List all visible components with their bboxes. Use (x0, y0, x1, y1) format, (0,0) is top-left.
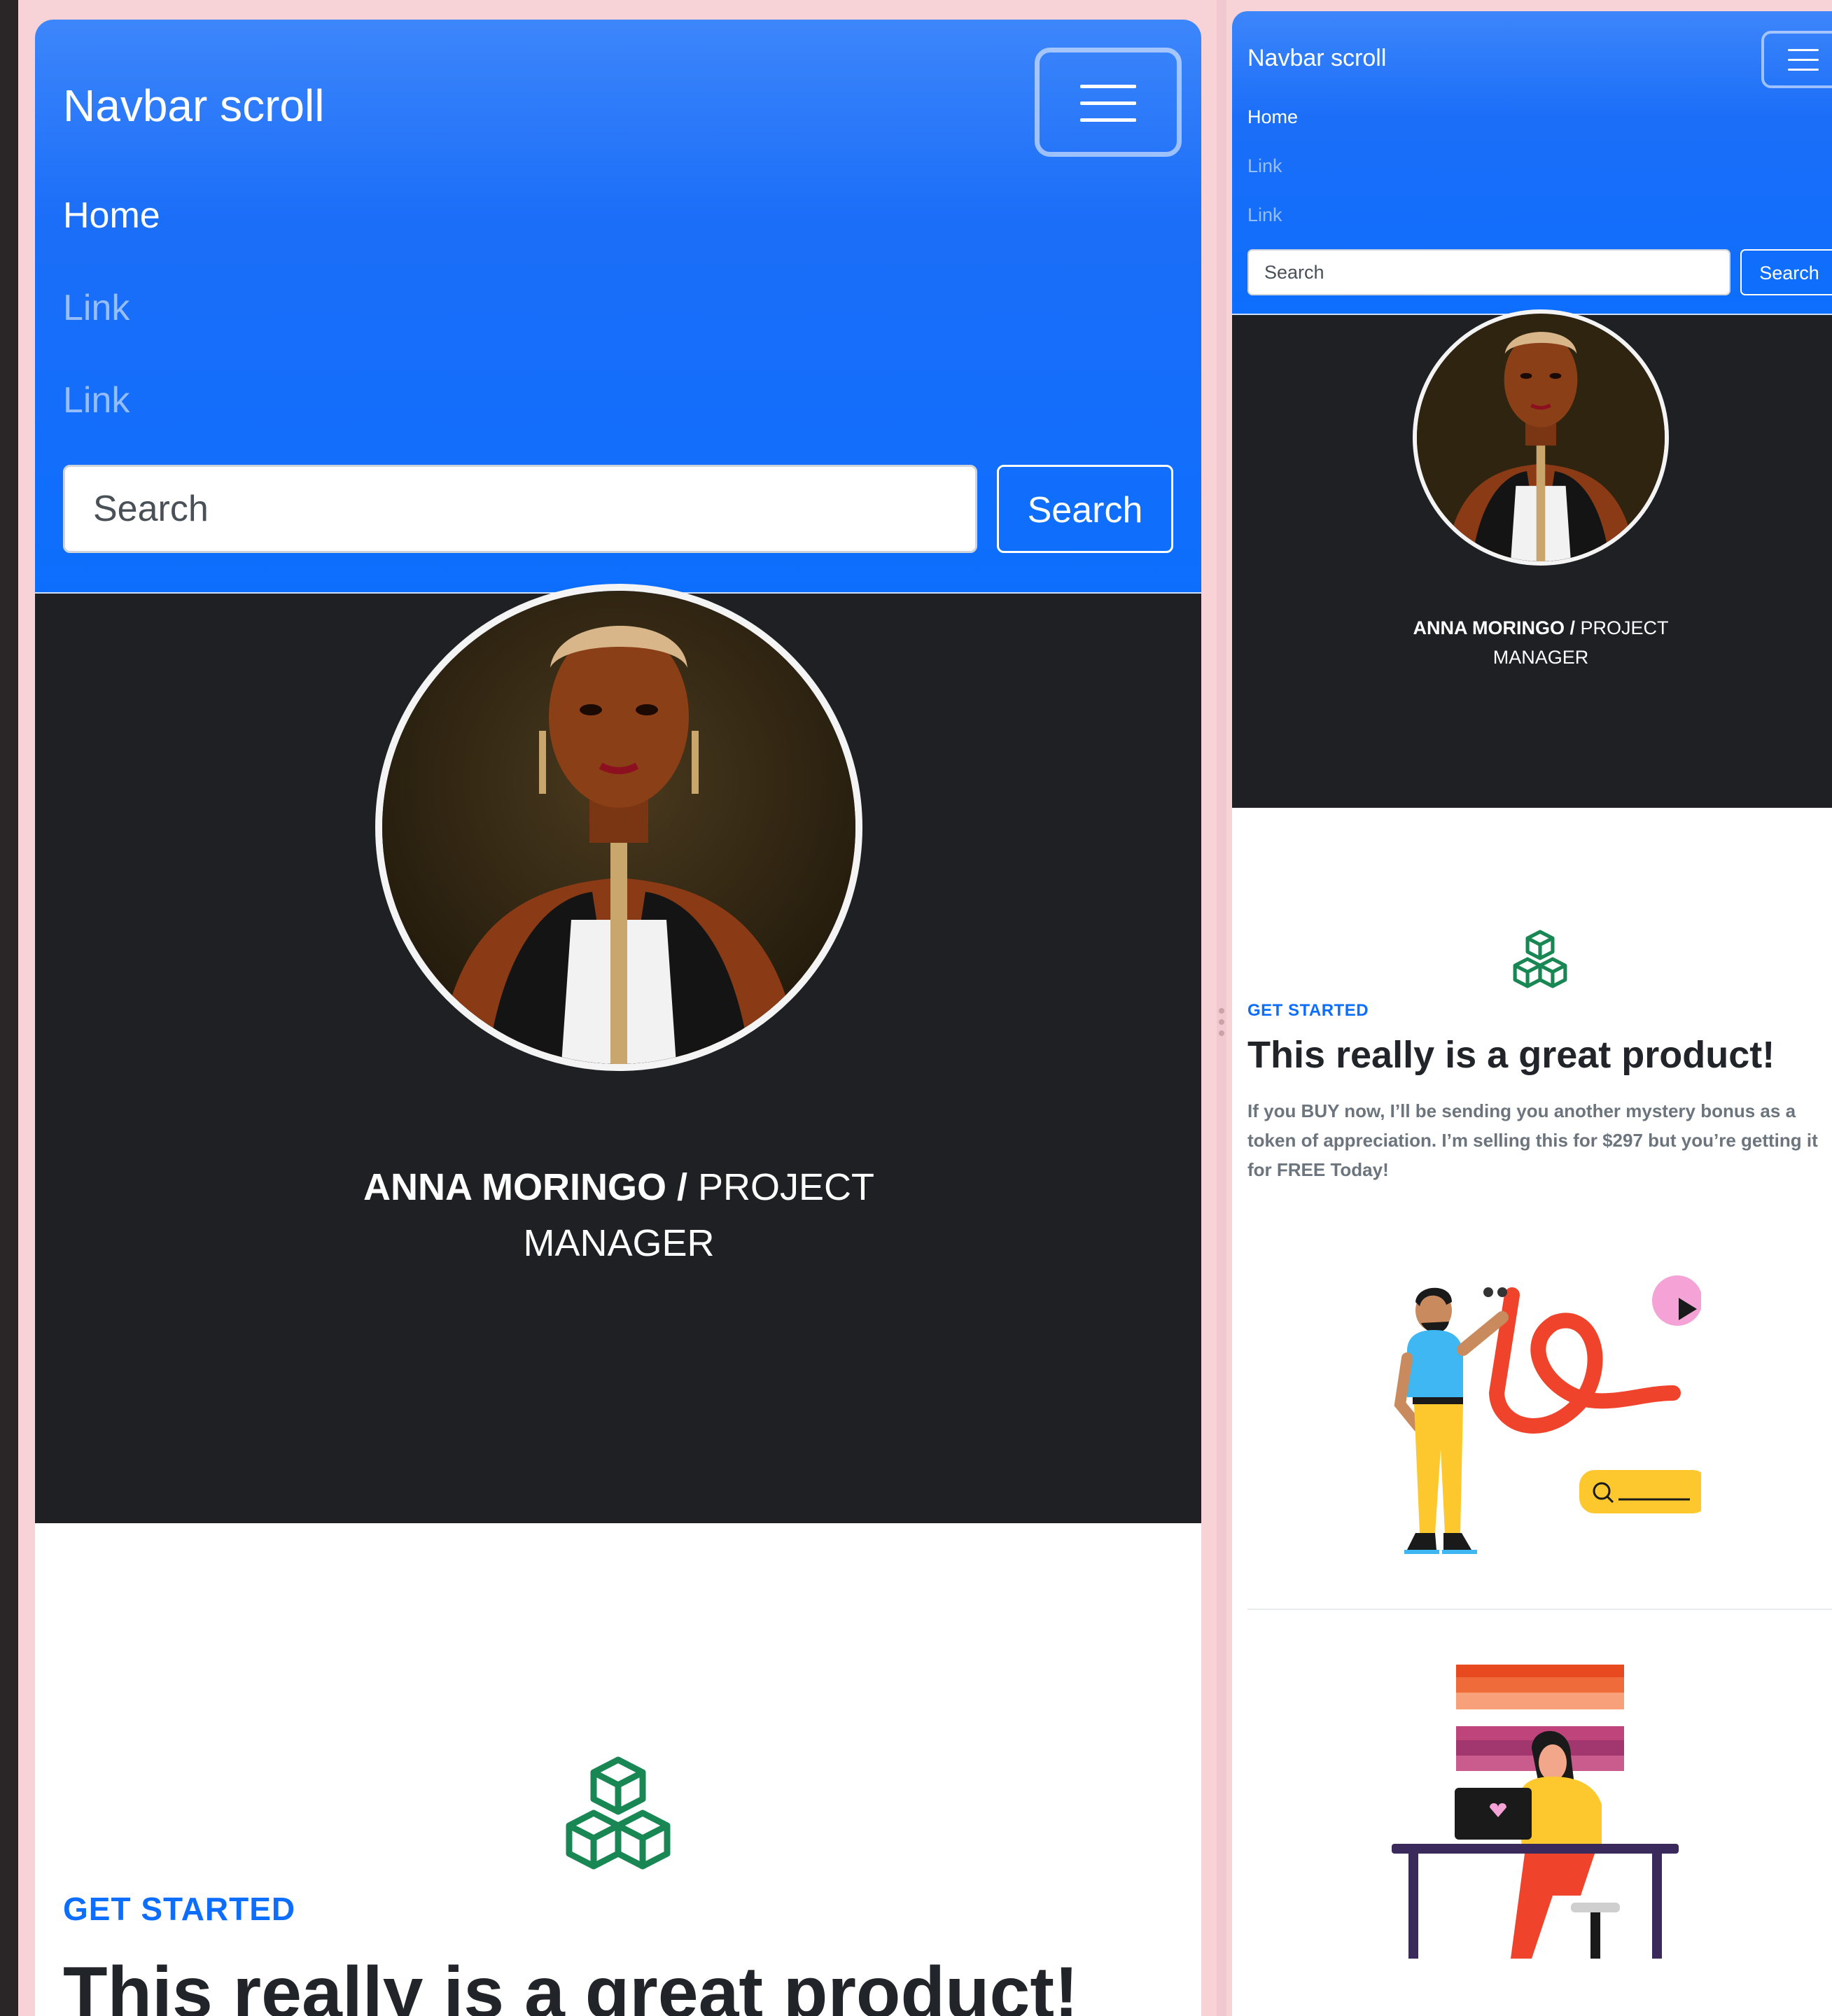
feature-lead-text: If you BUY now, I’ll be sending you anot… (1247, 1100, 1818, 1180)
eyebrow-text: GET STARTED (63, 1891, 296, 1927)
navbar-toggler-button[interactable] (1761, 31, 1832, 88)
nav-link[interactable]: Link (63, 287, 130, 329)
navbar-brand[interactable]: Navbar scroll (1247, 45, 1386, 72)
hamburger-icon (1080, 118, 1136, 122)
search-button[interactable]: Search (997, 465, 1173, 553)
pane-splitter[interactable] (1217, 0, 1226, 2016)
portrait-image (382, 591, 855, 1064)
host-window-edge (0, 0, 18, 2016)
person-drawing-illustration (1394, 1275, 1701, 1554)
section-divider (1247, 1609, 1832, 1610)
profile-role-line-1: PROJECT (1580, 617, 1669, 638)
hamburger-icon (1080, 85, 1136, 88)
profile-name: ANNA MORINGO / (1413, 617, 1575, 638)
portrait-image (1417, 314, 1665, 561)
profile-caption: ANNA MORINGO / PROJECT MANAGER (1400, 613, 1681, 672)
nav-link[interactable]: Link (1247, 155, 1282, 177)
search-input[interactable]: Search (1247, 249, 1730, 295)
boxes-icon (566, 1756, 671, 1870)
large-viewport-preview: Navbar scroll Home Link Link Search Sear… (35, 20, 1201, 2016)
search-input[interactable]: Search (63, 465, 977, 553)
profile-section: ANNA MORINGO / PROJECT MANAGER (35, 584, 1201, 1523)
navbar-toggler-button[interactable] (1035, 48, 1182, 157)
profile-photo (375, 584, 862, 1071)
profile-section: ANNA MORINGO / PROJECT MANAGER (1232, 309, 1832, 808)
small-viewport-preview: Navbar scroll Home Link Link Search Sear… (1232, 11, 1832, 2016)
eyebrow-text: GET STARTED (1247, 1001, 1369, 1020)
nav-link[interactable]: Link (63, 379, 130, 421)
nav-link-home[interactable]: Home (1247, 106, 1298, 128)
boxes-icon (1513, 930, 1567, 988)
feature-section: GET STARTED This really is a great produ… (1232, 808, 1832, 2016)
splitter-grip-dot (1219, 1008, 1224, 1014)
splitter-grip-dot (1219, 1019, 1224, 1025)
navbar: Navbar scroll Home Link Link Search Sear… (35, 20, 1201, 592)
feature-heading: This really is a great product! (63, 1952, 1079, 2016)
profile-name: ANNA MORINGO / (363, 1166, 687, 1208)
profile-caption: ANNA MORINGO / PROJECT MANAGER (340, 1159, 897, 1271)
navbar: Navbar scroll Home Link Link Search Sear… (1232, 11, 1832, 314)
nav-link-home[interactable]: Home (63, 195, 160, 237)
search-button[interactable]: Search (1740, 249, 1832, 295)
feature-section: GET STARTED This really is a great produ… (35, 1523, 1201, 2016)
hamburger-icon (1788, 69, 1819, 71)
hamburger-icon (1080, 102, 1136, 105)
feature-heading: This really is a great product! (1247, 1034, 1775, 1076)
navbar-brand[interactable]: Navbar scroll (63, 80, 324, 132)
splitter-grip-dot (1219, 1030, 1224, 1036)
profile-photo (1413, 309, 1669, 566)
person-laptop-illustration (1392, 1665, 1679, 1959)
hamburger-icon (1788, 59, 1819, 61)
nav-link[interactable]: Link (1247, 204, 1282, 226)
profile-role-line-2: MANAGER (1492, 647, 1589, 668)
hamburger-icon (1788, 49, 1819, 51)
